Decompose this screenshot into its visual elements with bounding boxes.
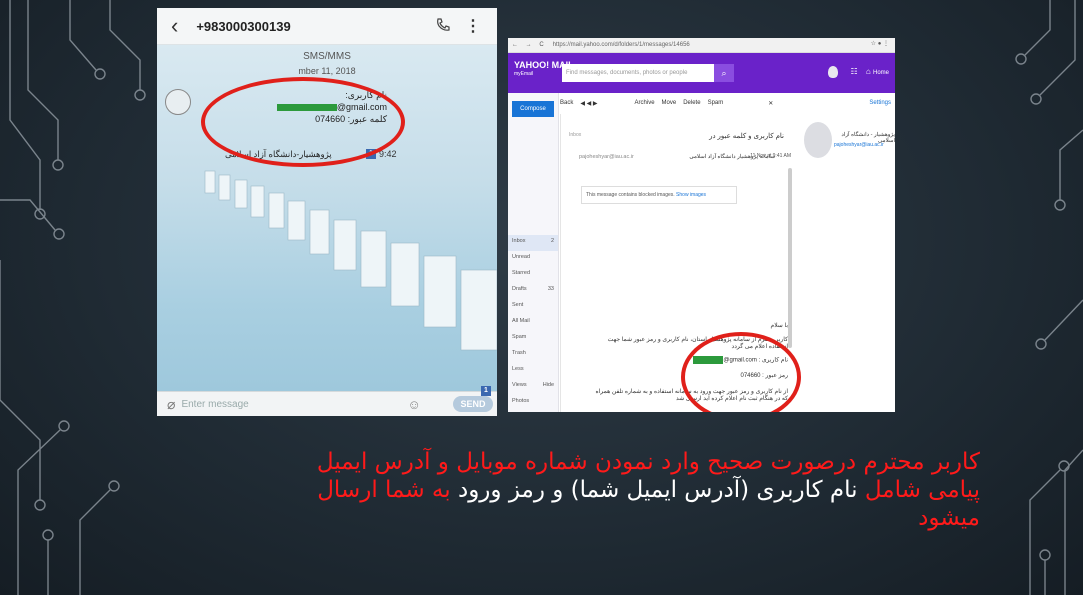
blocked-text: This message contains blocked images.	[586, 192, 675, 198]
user-avatar[interactable]	[828, 66, 839, 78]
home-label[interactable]: Home	[873, 70, 889, 76]
toolbar-move[interactable]: Move	[662, 100, 677, 106]
toolbar-arrows-icon[interactable]: ◀ ◀ ▶	[580, 100, 597, 107]
phone-screenshot: ‹ +983000300139 ⋮ SMS/MMS mber 11, 2018 …	[157, 8, 497, 416]
blocked-images-notice: This message contains blocked images. Sh…	[581, 186, 737, 204]
folder-count: 33	[547, 286, 554, 292]
message-scrollbar[interactable]	[788, 168, 792, 348]
caption-line-2: پیامی شامل نام کاربری (آدرس ایمیل شما) و…	[100, 476, 980, 504]
folder-item[interactable]: All Mail	[508, 315, 558, 331]
contact-email[interactable]: pajoheshyar@iau.ac.ir	[834, 142, 884, 148]
folder-label: Views	[512, 382, 527, 388]
toolbar-delete[interactable]: Delete	[683, 100, 700, 106]
message-pane: Inbox نام کاربری و کلمه عبور در pajohesh…	[560, 114, 801, 412]
folder-label: All Mail	[512, 318, 530, 324]
sms-conversation: SMS/MMS mber 11, 2018 نام کاربری: @gmail…	[157, 45, 497, 392]
folder-count: Hide	[542, 382, 554, 388]
sms-date: mber 11, 2018	[298, 66, 356, 76]
caption-line-3: میشود	[918, 505, 980, 531]
contact-avatar	[804, 122, 832, 158]
close-icon[interactable]: ✕	[768, 100, 773, 107]
caption-line-2-b: به شما ارسال	[317, 477, 451, 503]
folder-label: Drafts	[512, 286, 527, 292]
pier-background-image	[204, 170, 497, 351]
folder-label: Inbox	[512, 238, 526, 244]
subject-folder-tag: Inbox	[569, 132, 582, 138]
greeting: با سلام	[770, 323, 789, 329]
home-icon[interactable]: ⌂	[866, 67, 871, 76]
folder-item[interactable]: Photos	[508, 395, 558, 411]
sms-type-label: SMS/MMS	[303, 51, 351, 62]
folder-item[interactable]: Less	[508, 363, 558, 379]
sender-address[interactable]: pajoheshyar@iau.ac.ir	[579, 154, 634, 160]
sms-top-bar: ‹ +983000300139 ⋮	[157, 8, 497, 45]
compose-button[interactable]: Compose	[512, 101, 554, 117]
caption-line-2-highlight: نام کاربری (آدرس ایمیل شما) و رمز ورود	[457, 477, 858, 503]
folder-label: Starred	[512, 270, 531, 276]
message-time: 11 Nov at 9:41 AM	[750, 153, 791, 159]
folder-item[interactable]: Spam	[508, 331, 558, 347]
annotation-circle-email	[681, 332, 801, 412]
folder-list: Inbox 2 Unread Starred Drafts 33 Sent All Mail S…	[508, 235, 558, 411]
browser-nav-icons[interactable]: ← → C	[512, 42, 547, 48]
message-input[interactable]: Enter message	[181, 399, 391, 410]
apps-grid-icon[interactable]: ☷	[851, 67, 858, 76]
browser-extension-icons[interactable]: ☆ ● ⋮	[871, 40, 889, 47]
send-label: SEND	[460, 399, 486, 409]
folder-item[interactable]: Sent	[508, 299, 558, 315]
folder-item[interactable]: Trash	[508, 347, 558, 363]
toolbar-spam[interactable]: Spam	[708, 100, 724, 106]
yahoo-header: YAHOO! MAIL myEmail Find messages, docum…	[508, 53, 895, 93]
folder-item[interactable]: Starred	[508, 267, 558, 283]
more-options-icon[interactable]: ⋮	[465, 16, 481, 36]
folder-item[interactable]: Inbox 2	[508, 235, 558, 251]
folder-item[interactable]: Unread	[508, 251, 558, 267]
toolbar-back[interactable]: Back	[560, 100, 573, 106]
folder-label: Unread	[512, 254, 531, 260]
yahoo-header-right: ☷ ⌂ Home	[828, 66, 889, 78]
back-icon[interactable]: ‹	[171, 13, 178, 39]
email-screenshot: ← → C https://mail.yahoo.com/d/folders/1…	[508, 38, 895, 412]
contact-card: پژوهشیار - دانشگاه آزاد اسلامی pajoheshy…	[800, 114, 895, 254]
search-icon[interactable]: ⌕	[714, 64, 734, 82]
phone-call-icon[interactable]	[435, 17, 451, 38]
browser-url[interactable]: https://mail.yahoo.com/d/folders/1/messa…	[553, 42, 690, 48]
folder-label: Trash	[512, 350, 526, 356]
emoji-icon[interactable]: ☺	[407, 397, 420, 412]
caption-line-1: کاربر محترم درصورت صحیح وارد نمودن شماره…	[316, 449, 980, 475]
sender-row: pajoheshyar@iau.ac.ir سامانه پژوهشیار دا…	[565, 153, 791, 174]
folder-item[interactable]: Views Hide	[508, 379, 558, 395]
caption-line-2-a: پیامی شامل	[864, 477, 980, 503]
contact-number: +983000300139	[196, 18, 291, 34]
contact-avatar-icon	[165, 89, 191, 115]
send-count-badge: 1	[481, 386, 491, 396]
send-button[interactable]: SEND 1	[453, 386, 493, 412]
sms-input-bar: ⌀ Enter message ☺ SEND 1	[157, 386, 497, 416]
folder-label: Spam	[512, 334, 527, 340]
message-subject: نام کاربری و کلمه عبور در	[709, 133, 784, 140]
mail-sidebar: Compose Inbox 2 Unread Starred Drafts 33 Sent A…	[508, 93, 559, 412]
annotation-circle-sms	[201, 77, 405, 167]
mail-search-input[interactable]: Find messages, documents, photos or peop…	[562, 64, 714, 82]
slide-caption: کاربر محترم درصورت صحیح وارد نمودن شماره…	[100, 448, 980, 532]
folder-label: Less	[512, 366, 524, 372]
toolbar-archive[interactable]: Archive	[635, 100, 655, 106]
folder-item[interactable]: Drafts 33	[508, 283, 558, 299]
folder-label: Sent	[512, 302, 524, 308]
browser-address-bar: ← → C https://mail.yahoo.com/d/folders/1…	[508, 38, 895, 53]
folder-count: 2	[550, 238, 554, 244]
settings-link[interactable]: Settings	[869, 100, 891, 106]
show-images-link[interactable]: Show images	[676, 192, 706, 198]
folder-label: Photos	[512, 398, 530, 404]
attach-icon[interactable]: ⌀	[167, 396, 175, 413]
mail-toolbar: Back ◀ ◀ ▶ Archive Move Delete Spam ✕ Se…	[560, 95, 895, 111]
